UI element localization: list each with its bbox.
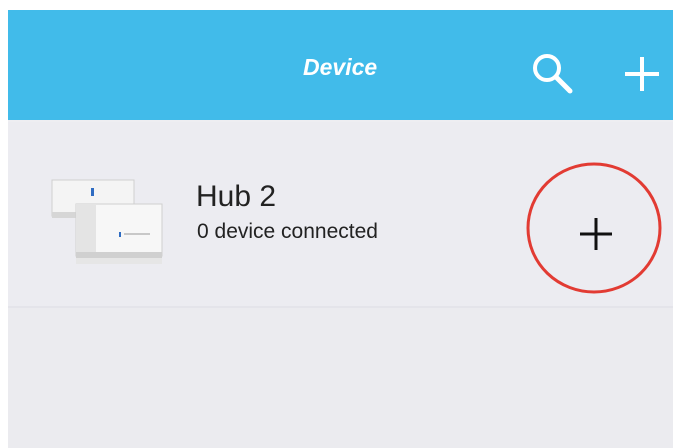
device-status: 0 device connected (197, 220, 378, 243)
app-screen: Device Hub 2 0 device connected (8, 10, 673, 448)
page-title: Device (303, 54, 378, 80)
empty-area (8, 308, 673, 448)
search-icon[interactable] (530, 51, 576, 97)
add-icon[interactable] (622, 54, 662, 94)
add-device-button[interactable] (558, 196, 634, 272)
device-list-item[interactable]: Hub 2 0 device connected (8, 122, 673, 306)
hub-device-image (48, 176, 168, 266)
plus-icon (580, 218, 612, 250)
top-bar: Device (8, 10, 673, 120)
device-name: Hub 2 (196, 180, 277, 213)
